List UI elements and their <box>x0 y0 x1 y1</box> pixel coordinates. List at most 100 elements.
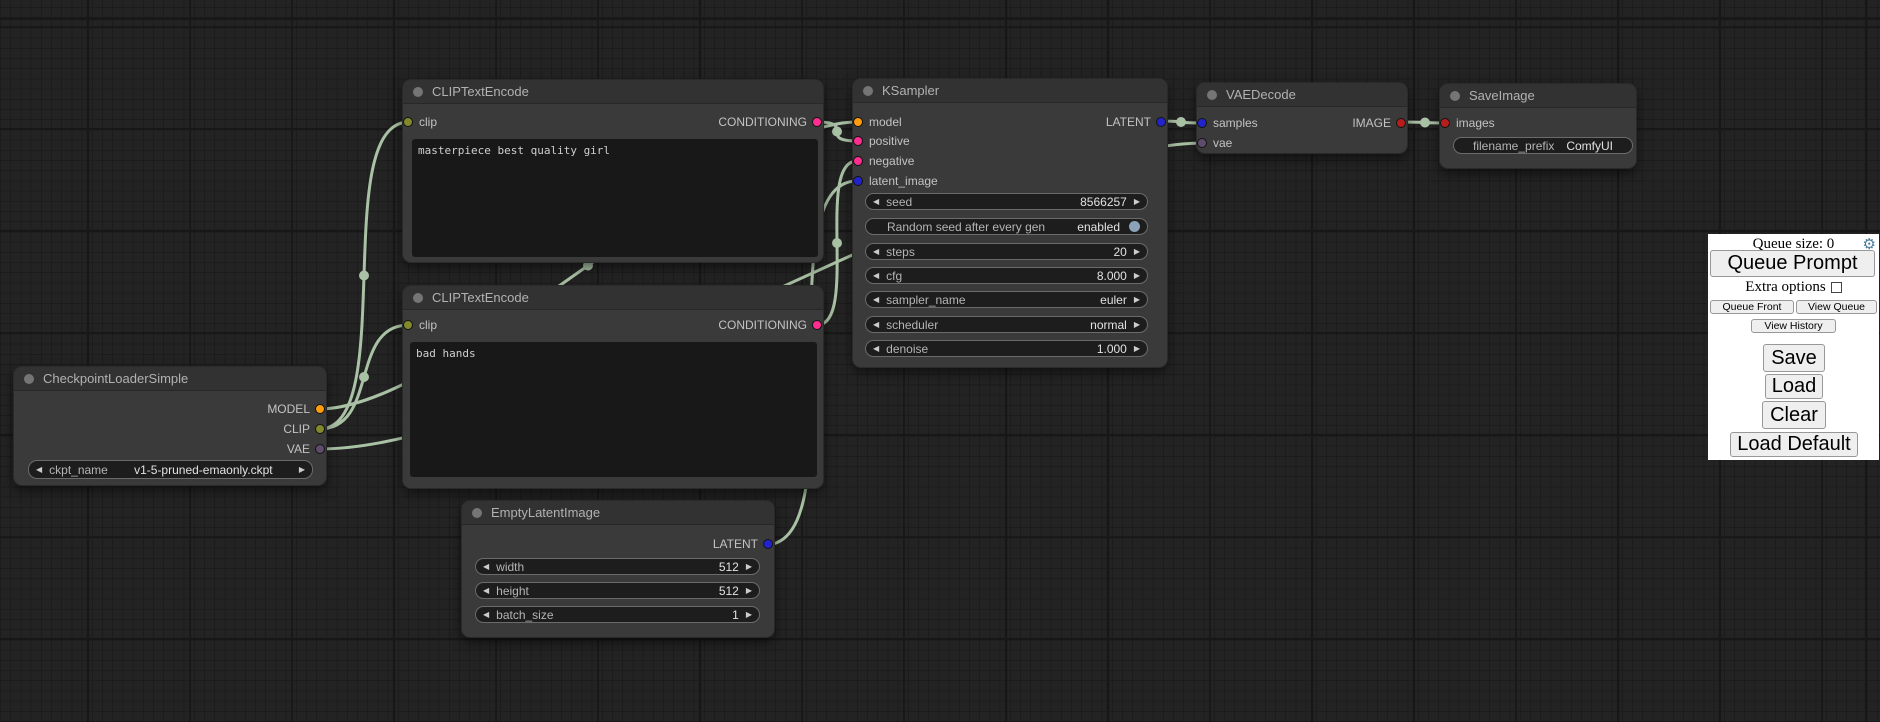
increment-arrow-icon[interactable]: ▶ <box>1134 345 1140 353</box>
input-slot-images[interactable] <box>1440 118 1450 128</box>
collapse-dot-icon[interactable] <box>24 374 34 384</box>
wire-midpoint-dot <box>1420 118 1430 128</box>
widget-batch-size[interactable]: ◀ batch_size 1 ▶ <box>475 606 760 623</box>
output-slot-image[interactable] <box>1396 118 1406 128</box>
widget-denoise[interactable]: ◀ denoise 1.000 ▶ <box>865 340 1148 357</box>
comfyui-graph-canvas[interactable]: { "slot_colors": { "model": "#ff9c0b", "… <box>0 0 1880 722</box>
widget-scheduler[interactable]: ◀ scheduler normal ▶ <box>865 316 1148 333</box>
increment-arrow-icon[interactable]: ▶ <box>299 466 305 474</box>
increment-arrow-icon[interactable]: ▶ <box>746 611 752 619</box>
widget-label: scheduler <box>886 318 938 332</box>
input-label-samples: samples <box>1213 116 1258 130</box>
node-vae-decode[interactable]: VAEDecode samples vae IMAGE <box>1197 83 1407 153</box>
output-slot-latent[interactable] <box>1156 117 1166 127</box>
decrement-arrow-icon[interactable]: ◀ <box>483 563 489 571</box>
node-title-bar[interactable]: CLIPTextEncode <box>403 80 823 104</box>
node-title-bar[interactable]: CLIPTextEncode <box>403 286 823 310</box>
node-ksampler[interactable]: KSampler model positive negative latent_… <box>853 79 1167 367</box>
save-button[interactable]: Save <box>1763 344 1825 372</box>
clear-button[interactable]: Clear <box>1762 401 1826 429</box>
increment-arrow-icon[interactable]: ▶ <box>1134 296 1140 304</box>
prompt-textarea[interactable]: bad hands <box>410 342 817 477</box>
input-slot-model[interactable] <box>853 117 863 127</box>
output-label-model: MODEL <box>267 402 310 416</box>
decrement-arrow-icon[interactable]: ◀ <box>873 272 879 280</box>
input-slot-positive[interactable] <box>853 136 863 146</box>
widget-value: 512 <box>531 560 739 574</box>
collapse-dot-icon[interactable] <box>1450 91 1460 101</box>
widget-seed[interactable]: ◀ seed 8566257 ▶ <box>865 193 1148 210</box>
widget-cfg[interactable]: ◀ cfg 8.000 ▶ <box>865 267 1148 284</box>
increment-arrow-icon[interactable]: ▶ <box>746 563 752 571</box>
node-title-bar[interactable]: KSampler <box>853 79 1167 103</box>
increment-arrow-icon[interactable]: ▶ <box>746 587 752 595</box>
decrement-arrow-icon[interactable]: ◀ <box>873 345 879 353</box>
output-slot-clip[interactable] <box>315 424 325 434</box>
widget-height[interactable]: ◀ height 512 ▶ <box>475 582 760 599</box>
queue-prompt-button[interactable]: Queue Prompt <box>1710 250 1875 277</box>
input-slot-negative[interactable] <box>853 156 863 166</box>
increment-arrow-icon[interactable]: ▶ <box>1134 272 1140 280</box>
node-save-image[interactable]: SaveImage images filename_prefix ComfyUI <box>1440 84 1636 168</box>
decrement-arrow-icon[interactable]: ◀ <box>873 248 879 256</box>
decrement-arrow-icon[interactable]: ◀ <box>483 587 489 595</box>
input-slot-clip[interactable] <box>403 117 413 127</box>
output-label-latent: LATENT <box>1106 115 1151 129</box>
load-button[interactable]: Load <box>1765 374 1823 399</box>
extra-options-checkbox[interactable] <box>1831 282 1842 293</box>
queue-front-button[interactable]: Queue Front <box>1710 300 1794 314</box>
widget-filename-prefix[interactable]: filename_prefix ComfyUI <box>1453 137 1633 154</box>
node-title-bar[interactable]: EmptyLatentImage <box>462 501 774 525</box>
input-slot-clip[interactable] <box>403 320 413 330</box>
widget-random-seed-toggle[interactable]: Random seed after every gen enabled <box>865 218 1148 235</box>
node-checkpoint-loader-simple[interactable]: CheckpointLoaderSimple MODEL CLIP VAE ◀ … <box>14 367 326 485</box>
widget-label: ckpt_name <box>49 463 108 477</box>
output-slot-model[interactable] <box>315 404 325 414</box>
collapse-dot-icon[interactable] <box>472 508 482 518</box>
widget-label: steps <box>886 245 915 259</box>
decrement-arrow-icon[interactable]: ◀ <box>483 611 489 619</box>
widget-value: v1-5-pruned-emaonly.ckpt <box>115 463 292 477</box>
input-slot-vae[interactable] <box>1197 138 1207 148</box>
node-title: CLIPTextEncode <box>432 84 529 99</box>
output-slot-conditioning[interactable] <box>812 117 822 127</box>
prompt-textarea[interactable]: masterpiece best quality girl <box>412 139 818 257</box>
node-clip-text-encode-negative[interactable]: CLIPTextEncode clip CONDITIONING bad han… <box>403 286 823 488</box>
increment-arrow-icon[interactable]: ▶ <box>1134 198 1140 206</box>
collapse-dot-icon[interactable] <box>1207 90 1217 100</box>
node-title-bar[interactable]: SaveImage <box>1440 84 1636 108</box>
toggle-on-icon[interactable] <box>1129 221 1140 232</box>
node-title-bar[interactable]: CheckpointLoaderSimple <box>14 367 326 391</box>
collapse-dot-icon[interactable] <box>413 87 423 97</box>
output-slot-vae[interactable] <box>315 444 325 454</box>
widget-steps[interactable]: ◀ steps 20 ▶ <box>865 243 1148 260</box>
output-slot-conditioning[interactable] <box>812 320 822 330</box>
output-label-image: IMAGE <box>1352 116 1391 130</box>
widget-label: cfg <box>886 269 902 283</box>
collapse-dot-icon[interactable] <box>413 293 423 303</box>
widget-value: 512 <box>536 584 739 598</box>
collapse-dot-icon[interactable] <box>863 86 873 96</box>
decrement-arrow-icon[interactable]: ◀ <box>873 321 879 329</box>
load-default-button[interactable]: Load Default <box>1730 432 1858 457</box>
view-history-button[interactable]: View History <box>1751 319 1836 333</box>
node-title: SaveImage <box>1469 88 1535 103</box>
input-slot-latent-image[interactable] <box>853 176 863 186</box>
increment-arrow-icon[interactable]: ▶ <box>1134 248 1140 256</box>
view-queue-button[interactable]: View Queue <box>1796 300 1877 314</box>
node-clip-text-encode-positive[interactable]: CLIPTextEncode clip CONDITIONING masterp… <box>403 80 823 262</box>
widget-width[interactable]: ◀ width 512 ▶ <box>475 558 760 575</box>
output-label-conditioning: CONDITIONING <box>718 318 807 332</box>
increment-arrow-icon[interactable]: ▶ <box>1134 321 1140 329</box>
node-empty-latent-image[interactable]: EmptyLatentImage LATENT ◀ width 512 ▶ ◀ … <box>462 501 774 637</box>
decrement-arrow-icon[interactable]: ◀ <box>873 296 879 304</box>
widget-value: normal <box>945 318 1127 332</box>
decrement-arrow-icon[interactable]: ◀ <box>873 198 879 206</box>
queue-menu-panel: Queue size: 0 ⚙ Queue Prompt Extra optio… <box>1708 234 1879 460</box>
input-slot-samples[interactable] <box>1197 118 1207 128</box>
widget-ckpt-name[interactable]: ◀ ckpt_name v1-5-pruned-emaonly.ckpt ▶ <box>28 460 313 479</box>
decrement-arrow-icon[interactable]: ◀ <box>36 466 42 474</box>
widget-sampler-name[interactable]: ◀ sampler_name euler ▶ <box>865 291 1148 308</box>
output-slot-latent[interactable] <box>763 539 773 549</box>
node-title-bar[interactable]: VAEDecode <box>1197 83 1407 107</box>
